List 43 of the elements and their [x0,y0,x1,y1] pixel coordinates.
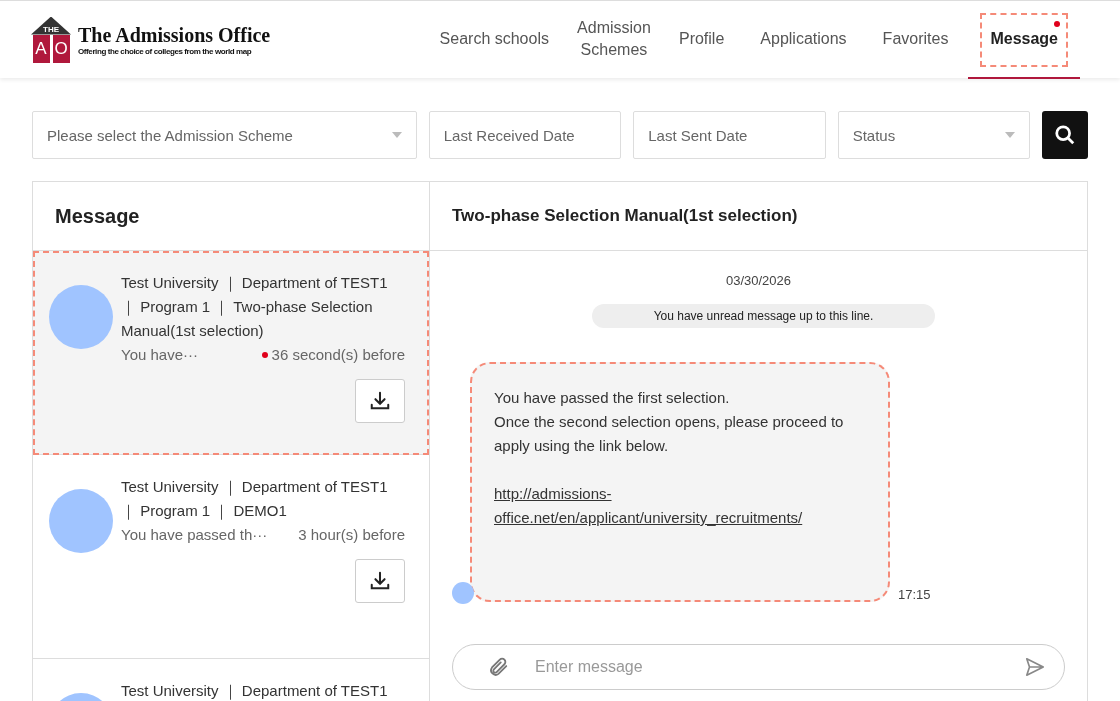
tagline: Offering the choice of colleges from the world map [78,46,253,56]
message-link[interactable]: http://admissions-office.net/en/applicant/university_recruitments/ [494,482,866,530]
select-field[interactable]: Status [837,111,1031,159]
message-time: 17:15 [898,587,931,602]
unread-marker: You have unread message up to this line. [592,304,935,328]
download-button[interactable] [355,559,405,603]
message-input[interactable]: Enter message [533,657,1000,677]
thread-title: Test University ｜ Department of TEST1 ｜ Program 1 ｜ DEMO1 [121,477,389,522]
nav-item[interactable]: Admission Schemes [568,0,659,79]
date-label: 03/30/2026 [725,273,792,288]
date-field[interactable]: Last Sent Date [633,111,826,159]
date-field[interactable]: Last Received Date [428,111,622,159]
nav-item[interactable]: Favorites [866,0,965,79]
nav-item[interactable]: Message [968,0,1080,79]
logo-letter: O [52,34,70,63]
thread-title: Test University ｜ Department of TEST1 [121,681,389,701]
nav-item[interactable]: Applications [744,0,863,79]
download-icon [369,570,391,592]
avatar [452,582,474,604]
thread-title: Test University ｜ Department of TEST1 ｜ Program 1 ｜ Two-phase Selection Manual(1st selection) [121,273,389,341]
thread-time: 36 second(s) before [271,345,405,365]
caret-icon [1005,132,1016,138]
message-text: You have passed the first selection. [494,388,731,408]
select-field[interactable]: Please select the Admission Scheme [32,111,417,159]
send-icon[interactable] [1024,656,1046,678]
site-name: The Admissions Office [78,23,271,47]
logo-roof: THE [31,16,71,35]
logo-letter: A [32,34,50,63]
caret-icon [391,132,402,138]
nav-item[interactable]: Search schools [423,0,565,79]
search-button[interactable] [1042,111,1088,159]
conversation-title: Two-phase Selection Manual(1st selection) [430,182,1087,251]
paperclip-icon[interactable] [487,656,509,678]
thread-time: 3 hour(s) before [298,525,405,545]
nav-item[interactable]: Profile [662,0,741,79]
download-icon [369,390,391,412]
message-text: Once the second selection opens, please proceed to apply using the link below. [494,412,845,456]
download-button[interactable] [355,379,405,423]
thread-preview: You have passed th··· [121,525,268,545]
message-thread[interactable]: Test University ｜ Department of TEST1 ｜ Program 1 ｜ Two-phase Selection Manual(1st selection) You have··· 36 second(s) before [33,251,429,455]
search-icon [1054,124,1077,146]
thread-preview: You have··· [121,345,198,365]
logo[interactable]: THE A O The Admissions Office Offering the choice of colleges from the world map [32,16,271,63]
